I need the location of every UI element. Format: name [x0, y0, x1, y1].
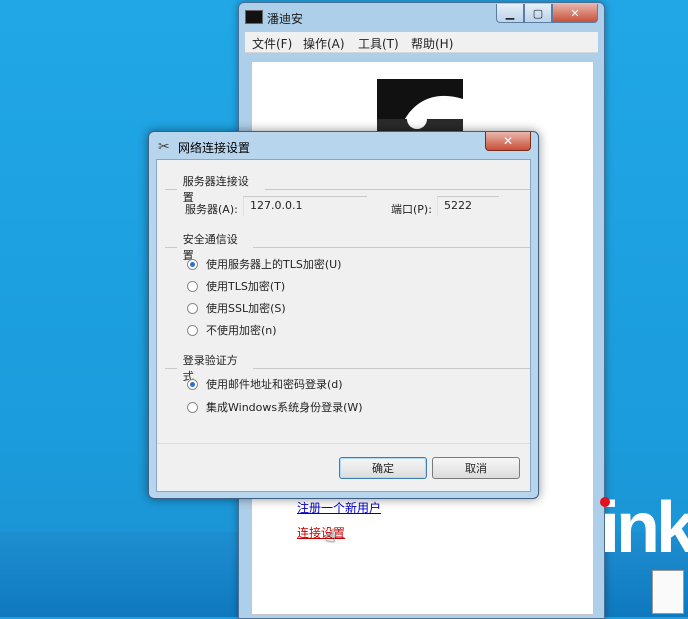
- security-option-none[interactable]: 不使用加密(n): [187, 322, 277, 338]
- radio-label: 使用服务器上的TLS加密(U): [206, 258, 342, 271]
- maximize-icon[interactable]: ▢: [524, 4, 552, 23]
- menu-help[interactable]: 帮助(H): [411, 35, 453, 52]
- security-option-ssl[interactable]: 使用SSL加密(S): [187, 300, 286, 316]
- security-option-server-tls[interactable]: 使用服务器上的TLS加密(U): [187, 256, 341, 272]
- cursor-hand-icon: ☝: [325, 526, 336, 547]
- auth-option-email[interactable]: 使用邮件地址和密码登录(d): [187, 376, 343, 392]
- auth-option-windows[interactable]: 集成Windows系统身份登录(W): [187, 399, 363, 415]
- radio-label: 不使用加密(n): [206, 324, 277, 337]
- app-logo-icon: [245, 10, 263, 24]
- server-label: 服务器(A):: [185, 203, 238, 216]
- window-caption-buttons: ▁ ▢ ✕: [496, 4, 598, 23]
- notepad-icon[interactable]: [652, 570, 684, 614]
- radio-label: 使用SSL加密(S): [206, 302, 286, 315]
- dialog-body: 服务器连接设置 服务器(A): 127.0.0.1 端口(P): 5222 安全…: [156, 159, 531, 492]
- menu-action[interactable]: 操作(A): [303, 35, 345, 52]
- port-input[interactable]: 5222: [437, 196, 499, 216]
- radio-icon[interactable]: [187, 302, 198, 314]
- dialog-title: 网络连接设置: [178, 141, 251, 155]
- radio-icon[interactable]: [187, 324, 198, 336]
- port-label: 端口(P):: [391, 203, 432, 216]
- close-icon[interactable]: ✕: [552, 4, 598, 23]
- connection-settings-link[interactable]: 连接设置: [297, 524, 345, 541]
- register-link[interactable]: 注册一个新用户: [297, 499, 381, 516]
- app-window-title: 潘迪安: [267, 12, 304, 26]
- desktop-brand-text: ink: [600, 488, 688, 568]
- radio-selected-icon[interactable]: [187, 378, 198, 390]
- radio-icon[interactable]: [187, 280, 198, 292]
- menu-file[interactable]: 文件(F): [252, 35, 292, 52]
- radio-label: 使用邮件地址和密码登录(d): [206, 378, 343, 391]
- radio-label: 使用TLS加密(T): [206, 280, 286, 293]
- brand-dot-icon: [600, 497, 610, 507]
- network-settings-dialog: ✂ 网络连接设置 ✕ 服务器连接设置 服务器(A): 127.0.0.1 端口(…: [148, 131, 539, 499]
- radio-label: 集成Windows系统身份登录(W): [206, 401, 363, 414]
- cancel-button[interactable]: 取消: [432, 457, 520, 479]
- server-input[interactable]: 127.0.0.1: [243, 196, 367, 216]
- minimize-icon[interactable]: ▁: [496, 4, 524, 23]
- close-icon[interactable]: ✕: [485, 132, 531, 151]
- radio-icon[interactable]: [187, 401, 198, 413]
- menu-tools[interactable]: 工具(T): [358, 35, 399, 52]
- dialog-footer: 确定 取消: [157, 443, 530, 491]
- radio-selected-icon[interactable]: [187, 258, 198, 270]
- security-option-tls[interactable]: 使用TLS加密(T): [187, 278, 285, 294]
- tools-icon: ✂: [158, 139, 170, 155]
- ok-button[interactable]: 确定: [339, 457, 427, 479]
- menu-bar: 文件(F) 操作(A) 工具(T) 帮助(H): [245, 32, 598, 53]
